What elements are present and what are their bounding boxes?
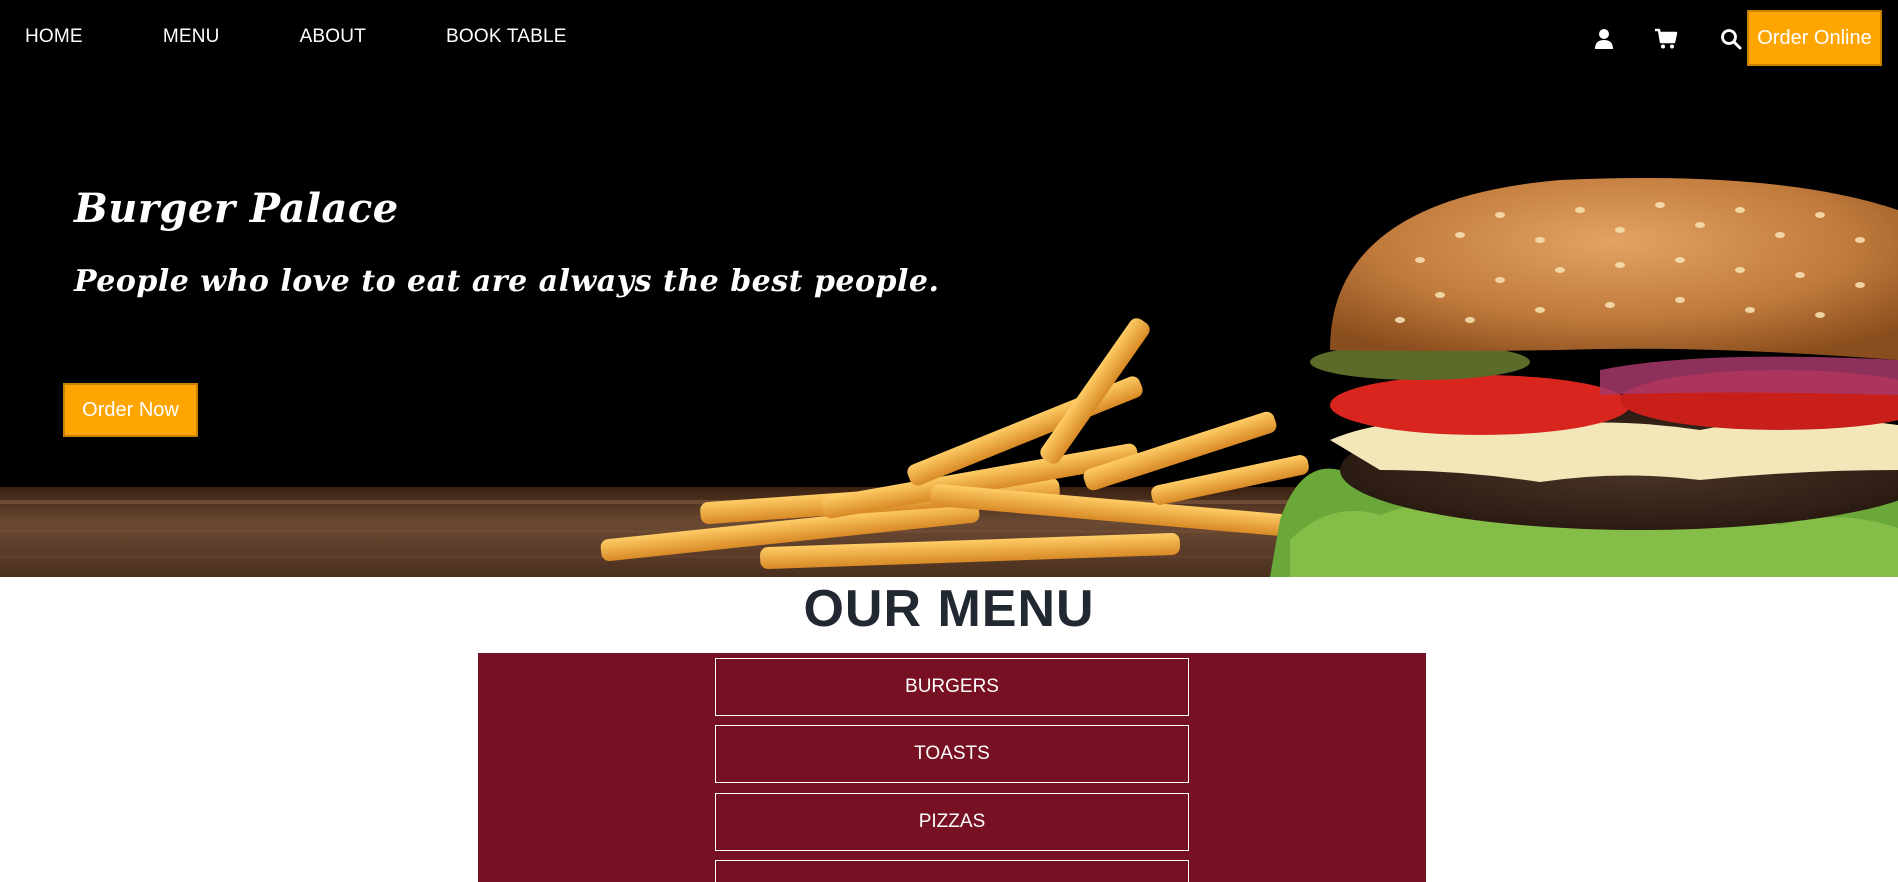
user-icon[interactable] — [1591, 26, 1617, 52]
menu-heading: OUR MENU — [803, 580, 1095, 638]
menu-category-burgers[interactable]: BURGERS — [715, 658, 1189, 716]
hero-title: Burger Palace — [74, 185, 399, 232]
menu-category-pizzas[interactable]: PIZZAS — [715, 793, 1189, 851]
nav-link-home[interactable]: HOME — [25, 26, 83, 48]
hero-section: HOME MENU ABOUT BOOK TABLE Order Online … — [0, 0, 1898, 577]
cart-icon[interactable] — [1653, 26, 1679, 52]
search-icon[interactable] — [1718, 26, 1744, 52]
order-online-button[interactable]: Order Online — [1747, 10, 1882, 66]
menu-category-item[interactable] — [715, 860, 1189, 882]
main-nav: HOME MENU ABOUT BOOK TABLE — [25, 26, 647, 48]
menu-category-panel: BURGERS TOASTS PIZZAS — [478, 653, 1426, 882]
hero-subtitle: People who love to eat are always the be… — [74, 264, 940, 299]
nav-link-about[interactable]: ABOUT — [300, 26, 366, 48]
menu-category-toasts[interactable]: TOASTS — [715, 725, 1189, 783]
nav-link-book-table[interactable]: BOOK TABLE — [446, 26, 567, 48]
order-now-button[interactable]: Order Now — [63, 383, 198, 437]
nav-link-menu[interactable]: MENU — [163, 26, 220, 48]
